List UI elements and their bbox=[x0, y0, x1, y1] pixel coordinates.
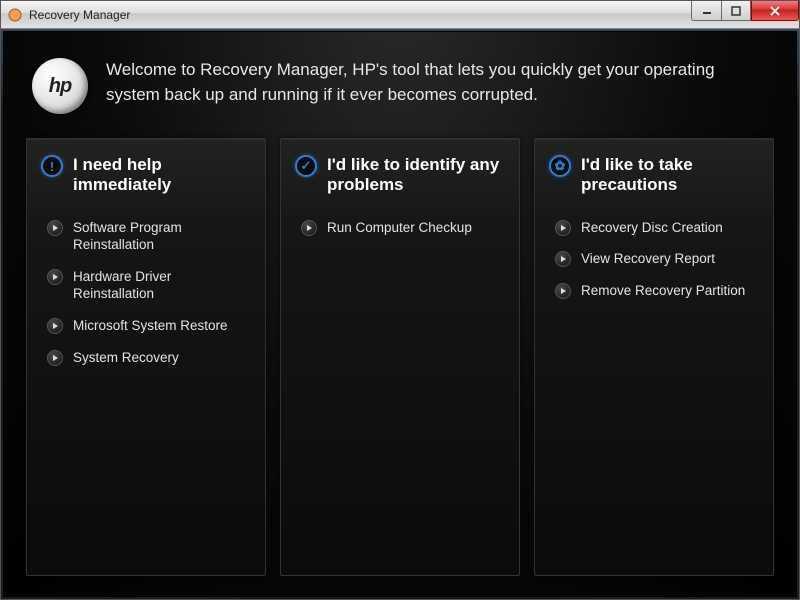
play-icon bbox=[555, 220, 571, 236]
item-remove-recovery-partition[interactable]: Remove Recovery Partition bbox=[549, 275, 759, 307]
close-button[interactable] bbox=[751, 1, 799, 21]
item-label: Microsoft System Restore bbox=[73, 317, 228, 335]
window-title: Recovery Manager bbox=[29, 8, 130, 22]
play-icon bbox=[47, 269, 63, 285]
titlebar[interactable]: Recovery Manager bbox=[1, 1, 799, 29]
app-icon bbox=[7, 7, 23, 23]
item-system-recovery[interactable]: System Recovery bbox=[41, 342, 251, 374]
panel-header: ✓ I'd like to identify any problems bbox=[295, 155, 505, 196]
alert-icon: ! bbox=[41, 155, 63, 177]
item-recovery-disc-creation[interactable]: Recovery Disc Creation bbox=[549, 212, 759, 244]
client-area: hp Welcome to Recovery Manager, HP's too… bbox=[3, 31, 797, 597]
minimize-button[interactable] bbox=[691, 1, 721, 21]
panel-header: ! I need help immediately bbox=[41, 155, 251, 196]
welcome-text: Welcome to Recovery Manager, HP's tool t… bbox=[106, 58, 746, 107]
item-label: Remove Recovery Partition bbox=[581, 282, 745, 300]
panel-title: I'd like to identify any problems bbox=[327, 155, 505, 196]
header: hp Welcome to Recovery Manager, HP's too… bbox=[26, 50, 774, 132]
app-window: Recovery Manager hp Welcome to Recovery … bbox=[0, 0, 800, 600]
panels-row: ! I need help immediately Software Progr… bbox=[26, 132, 774, 576]
item-label: Recovery Disc Creation bbox=[581, 219, 723, 237]
panel-header: ✿ I'd like to take precautions bbox=[549, 155, 759, 196]
play-icon bbox=[47, 318, 63, 334]
gear-icon: ✿ bbox=[549, 155, 571, 177]
panel-title: I'd like to take precautions bbox=[581, 155, 759, 196]
item-view-recovery-report[interactable]: View Recovery Report bbox=[549, 243, 759, 275]
play-icon bbox=[301, 220, 317, 236]
panel-identify-problems: ✓ I'd like to identify any problems Run … bbox=[280, 138, 520, 576]
item-computer-checkup[interactable]: Run Computer Checkup bbox=[295, 212, 505, 244]
check-icon: ✓ bbox=[295, 155, 317, 177]
item-label: Hardware Driver Reinstallation bbox=[73, 268, 249, 303]
window-controls bbox=[691, 1, 799, 21]
hp-logo-icon: hp bbox=[32, 58, 88, 114]
play-icon bbox=[555, 251, 571, 267]
panel-title: I need help immediately bbox=[73, 155, 251, 196]
panel-precautions: ✿ I'd like to take precautions Recovery … bbox=[534, 138, 774, 576]
panel-help-immediately: ! I need help immediately Software Progr… bbox=[26, 138, 266, 576]
item-hardware-driver-reinstall[interactable]: Hardware Driver Reinstallation bbox=[41, 261, 251, 310]
play-icon bbox=[47, 350, 63, 366]
item-label: View Recovery Report bbox=[581, 250, 715, 268]
item-software-reinstall[interactable]: Software Program Reinstallation bbox=[41, 212, 251, 261]
maximize-button[interactable] bbox=[721, 1, 751, 21]
item-label: System Recovery bbox=[73, 349, 179, 367]
item-system-restore[interactable]: Microsoft System Restore bbox=[41, 310, 251, 342]
item-label: Software Program Reinstallation bbox=[73, 219, 249, 254]
item-label: Run Computer Checkup bbox=[327, 219, 472, 237]
play-icon bbox=[47, 220, 63, 236]
play-icon bbox=[555, 283, 571, 299]
